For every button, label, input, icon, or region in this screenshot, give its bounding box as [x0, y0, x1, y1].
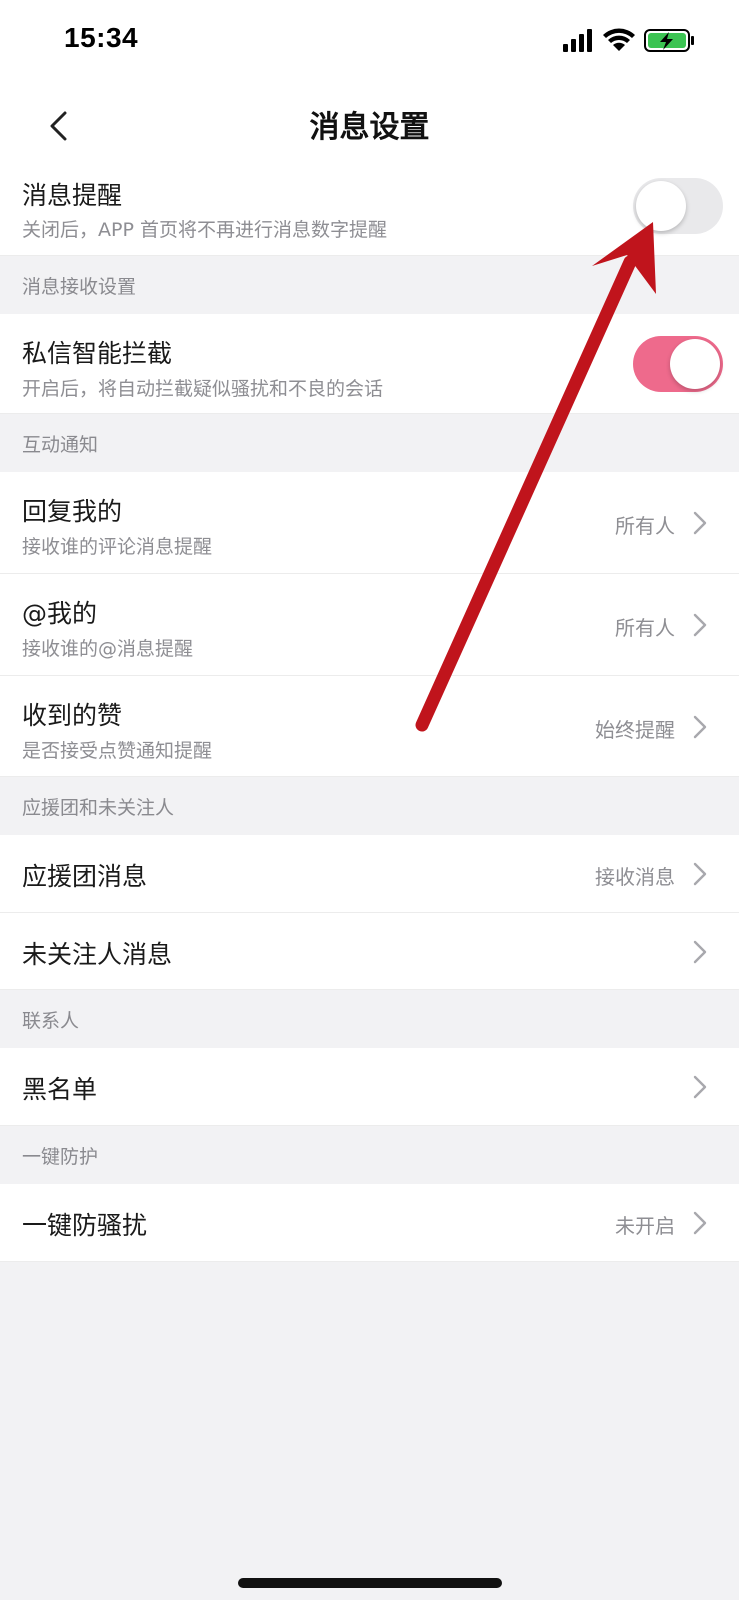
fanclub-msg-value: 接收消息	[595, 865, 675, 889]
anti-harass-value: 未开启	[615, 1214, 675, 1238]
section-header-contacts: 联系人	[0, 990, 739, 1048]
chevron-right-icon	[693, 715, 707, 739]
dm-filter-subtitle: 开启后，将自动拦截疑似骚扰和不良的会话	[22, 378, 384, 400]
reply-me-value: 所有人	[615, 514, 675, 538]
toggle-knob	[670, 339, 720, 389]
home-indicator	[238, 1578, 502, 1588]
likes-value: 始终提醒	[595, 718, 675, 742]
chevron-right-icon	[693, 1075, 707, 1099]
section-header-fanclub: 应援团和未关注人	[0, 777, 739, 835]
chevron-right-icon	[693, 940, 707, 964]
wifi-icon	[603, 28, 635, 51]
likes-row[interactable]: 收到的赞 是否接受点赞通知提醒 始终提醒	[0, 676, 739, 777]
nav-bar: 消息设置	[0, 84, 739, 170]
reply-me-title: 回复我的	[22, 497, 123, 526]
stranger-msg-title: 未关注人消息	[22, 940, 173, 969]
message-alert-subtitle: 关闭后，APP 首页将不再进行消息数字提醒	[22, 219, 387, 241]
message-alert-toggle[interactable]	[633, 178, 723, 234]
reply-me-row[interactable]: 回复我的 接收谁的评论消息提醒 所有人	[0, 472, 739, 574]
toggle-knob	[636, 181, 686, 231]
blacklist-row[interactable]: 黑名单	[0, 1048, 739, 1126]
chevron-right-icon	[693, 1211, 707, 1235]
dm-filter-toggle[interactable]	[633, 336, 723, 392]
fanclub-msg-title: 应援团消息	[22, 862, 148, 891]
message-alert-row: 消息提醒 关闭后，APP 首页将不再进行消息数字提醒	[0, 170, 739, 256]
status-icons	[563, 26, 703, 54]
chevron-right-icon	[693, 862, 707, 886]
likes-subtitle: 是否接受点赞通知提醒	[22, 740, 213, 762]
anti-harass-title: 一键防骚扰	[22, 1211, 148, 1240]
signal-icon	[563, 29, 592, 52]
at-me-value: 所有人	[615, 616, 675, 640]
dm-filter-row: 私信智能拦截 开启后，将自动拦截疑似骚扰和不良的会话	[0, 314, 739, 414]
section-header-interaction: 互动通知	[0, 414, 739, 472]
likes-title: 收到的赞	[22, 701, 123, 730]
at-me-title: @我的	[22, 599, 98, 628]
status-bar: 15:34	[0, 0, 739, 84]
blacklist-title: 黑名单	[22, 1075, 98, 1104]
at-me-subtitle: 接收谁的@消息提醒	[22, 638, 194, 660]
anti-harass-row[interactable]: 一键防骚扰 未开启	[0, 1184, 739, 1262]
at-me-row[interactable]: @我的 接收谁的@消息提醒 所有人	[0, 574, 739, 676]
status-time: 15:34	[64, 22, 139, 53]
dm-filter-title: 私信智能拦截	[22, 339, 173, 368]
battery-charging-icon	[644, 29, 694, 52]
page-title: 消息设置	[309, 110, 430, 145]
chevron-right-icon	[693, 613, 707, 637]
fanclub-msg-row[interactable]: 应援团消息 接收消息	[0, 835, 739, 913]
reply-me-subtitle: 接收谁的评论消息提醒	[22, 536, 213, 558]
section-header-protection: 一键防护	[0, 1126, 739, 1184]
stranger-msg-row[interactable]: 未关注人消息	[0, 913, 739, 990]
message-alert-title: 消息提醒	[22, 181, 123, 210]
section-header-receive: 消息接收设置	[0, 256, 739, 314]
chevron-right-icon	[693, 511, 707, 535]
